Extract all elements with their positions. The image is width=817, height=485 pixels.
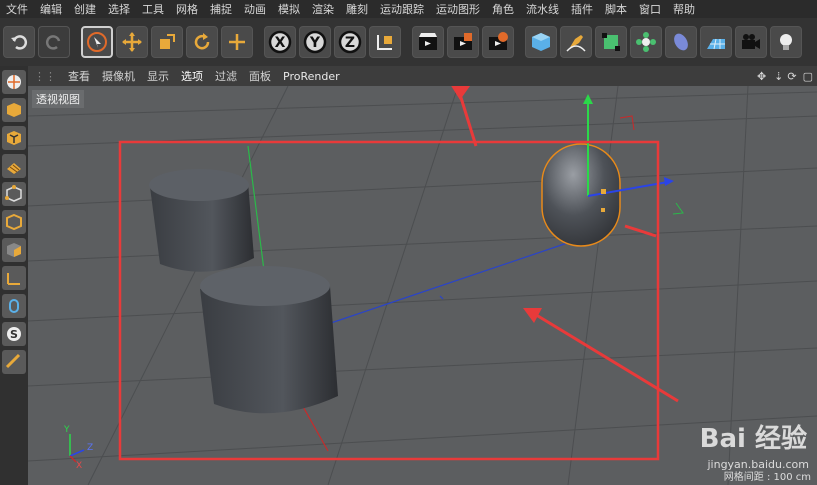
recent-tool-icon[interactable] — [221, 26, 253, 58]
menu-pipeline[interactable]: 流水线 — [520, 1, 565, 17]
svg-text:Z: Z — [345, 35, 355, 51]
viewport-name: 透视视图 — [32, 90, 84, 108]
subdivision-icon[interactable] — [595, 26, 627, 58]
menu-file[interactable]: 文件 — [0, 1, 34, 17]
viewport-menu-prorender[interactable]: ProRender — [277, 70, 346, 83]
cube-icon[interactable] — [525, 26, 557, 58]
edges-mode-icon[interactable] — [2, 210, 26, 234]
x-axis-icon[interactable]: X — [264, 26, 296, 58]
z-axis-icon[interactable]: Z — [334, 26, 366, 58]
axis-label-z: Z — [87, 443, 93, 453]
viewport-menu-display[interactable]: 显示 — [141, 68, 175, 84]
viewport-menu-filter[interactable]: 过滤 — [209, 68, 243, 84]
axis-label-x: X — [76, 461, 82, 471]
menu-character[interactable]: 角色 — [486, 1, 520, 17]
texture-mode-icon[interactable] — [2, 126, 26, 150]
viewport-nav-rotate-icon[interactable]: ⟳ — [785, 70, 798, 83]
svg-text:X: X — [275, 35, 286, 51]
small-cylinder[interactable] — [149, 169, 254, 272]
viewport-menu: ⋮⋮ 查看 摄像机 显示 选项 过滤 面板 ProRender ✥ ⇣ ⟳ ▢ — [28, 66, 817, 86]
grid-spacing-readout: 网格间距 : 100 cm — [723, 472, 811, 483]
menu-mesh[interactable]: 网格 — [170, 1, 204, 17]
viewport-scene: Y Z X — [28, 86, 817, 485]
tweak-mode-icon[interactable] — [2, 294, 26, 318]
floor-icon[interactable] — [700, 26, 732, 58]
viewport-nav-move-icon[interactable]: ✥ — [751, 70, 772, 83]
left-tool-palette: S — [0, 66, 28, 485]
axis-label-y: Y — [63, 425, 70, 435]
redo-icon[interactable] — [38, 26, 70, 58]
menu-edit[interactable]: 编辑 — [34, 1, 68, 17]
edit-render-settings-icon[interactable] — [482, 26, 514, 58]
light-icon[interactable] — [770, 26, 802, 58]
menu-select[interactable]: 选择 — [102, 1, 136, 17]
viewport-nav-zoom-icon[interactable]: ⇣ — [772, 70, 785, 83]
menu-help[interactable]: 帮助 — [667, 1, 701, 17]
large-cylinder[interactable] — [200, 266, 338, 414]
menu-plugins[interactable]: 插件 — [565, 1, 599, 17]
viewport-grip-icon[interactable]: ⋮⋮ — [28, 70, 62, 83]
menu-script[interactable]: 脚本 — [599, 1, 633, 17]
capsule-object[interactable] — [541, 143, 621, 247]
move-icon[interactable] — [116, 26, 148, 58]
annotation-arrow-bottom — [532, 311, 679, 403]
object-mode-icon[interactable] — [2, 98, 26, 122]
points-mode-icon[interactable] — [2, 182, 26, 206]
scale-icon[interactable] — [151, 26, 183, 58]
x-axis-line — [327, 235, 589, 325]
menu-simulate[interactable]: 模拟 — [272, 1, 306, 17]
viewport-menu-view[interactable]: 查看 — [62, 68, 96, 84]
snap-icon[interactable]: S — [2, 322, 26, 346]
menu-create[interactable]: 创建 — [68, 1, 102, 17]
menu-bar: 文件 编辑 创建 选择 工具 网格 捕捉 动画 模拟 渲染 雕刻 运动跟踪 运动… — [0, 0, 817, 18]
menu-motion-tracking[interactable]: 运动跟踪 — [374, 1, 430, 17]
menu-window[interactable]: 窗口 — [633, 1, 667, 17]
workplane-icon[interactable] — [2, 154, 26, 178]
axis-mode-icon[interactable] — [2, 266, 26, 290]
camera-icon[interactable] — [735, 26, 767, 58]
perspective-viewport[interactable]: Y Z X 透视视图 Bai 经验 jingyan.baidu.com 网格间距… — [28, 86, 817, 485]
array-icon[interactable] — [630, 26, 662, 58]
viewport-menu-cameras[interactable]: 摄像机 — [96, 68, 141, 84]
rotate-icon[interactable] — [186, 26, 218, 58]
menu-tools[interactable]: 工具 — [136, 1, 170, 17]
lock-workplane-icon[interactable] — [2, 350, 26, 374]
model-mode-icon[interactable] — [2, 70, 26, 94]
menu-render[interactable]: 渲染 — [306, 1, 340, 17]
deformer-icon[interactable] — [665, 26, 697, 58]
main-toolbar: X Y Z — [0, 18, 817, 66]
render-picture-viewer-icon[interactable] — [447, 26, 479, 58]
viewport-menu-options[interactable]: 选项 — [175, 68, 209, 84]
watermark-logo: Bai 经验 — [699, 424, 807, 454]
coordinate-system-icon[interactable] — [369, 26, 401, 58]
svg-text:Y: Y — [309, 35, 321, 51]
pen-icon[interactable] — [560, 26, 592, 58]
menu-sculpt[interactable]: 雕刻 — [340, 1, 374, 17]
y-axis-icon[interactable]: Y — [299, 26, 331, 58]
menu-mograph[interactable]: 运动图形 — [430, 1, 486, 17]
svg-text:S: S — [10, 328, 18, 341]
menu-snap[interactable]: 捕捉 — [204, 1, 238, 17]
y-axis-line — [247, 145, 267, 287]
polygons-mode-icon[interactable] — [2, 238, 26, 262]
menu-animate[interactable]: 动画 — [238, 1, 272, 17]
viewport-menu-panel[interactable]: 面板 — [243, 68, 277, 84]
floor-grid — [28, 86, 817, 485]
undo-icon[interactable] — [3, 26, 35, 58]
viewport-layout-icon[interactable]: ▢ — [799, 70, 817, 83]
render-view-icon[interactable] — [412, 26, 444, 58]
live-select-icon[interactable] — [81, 26, 113, 58]
